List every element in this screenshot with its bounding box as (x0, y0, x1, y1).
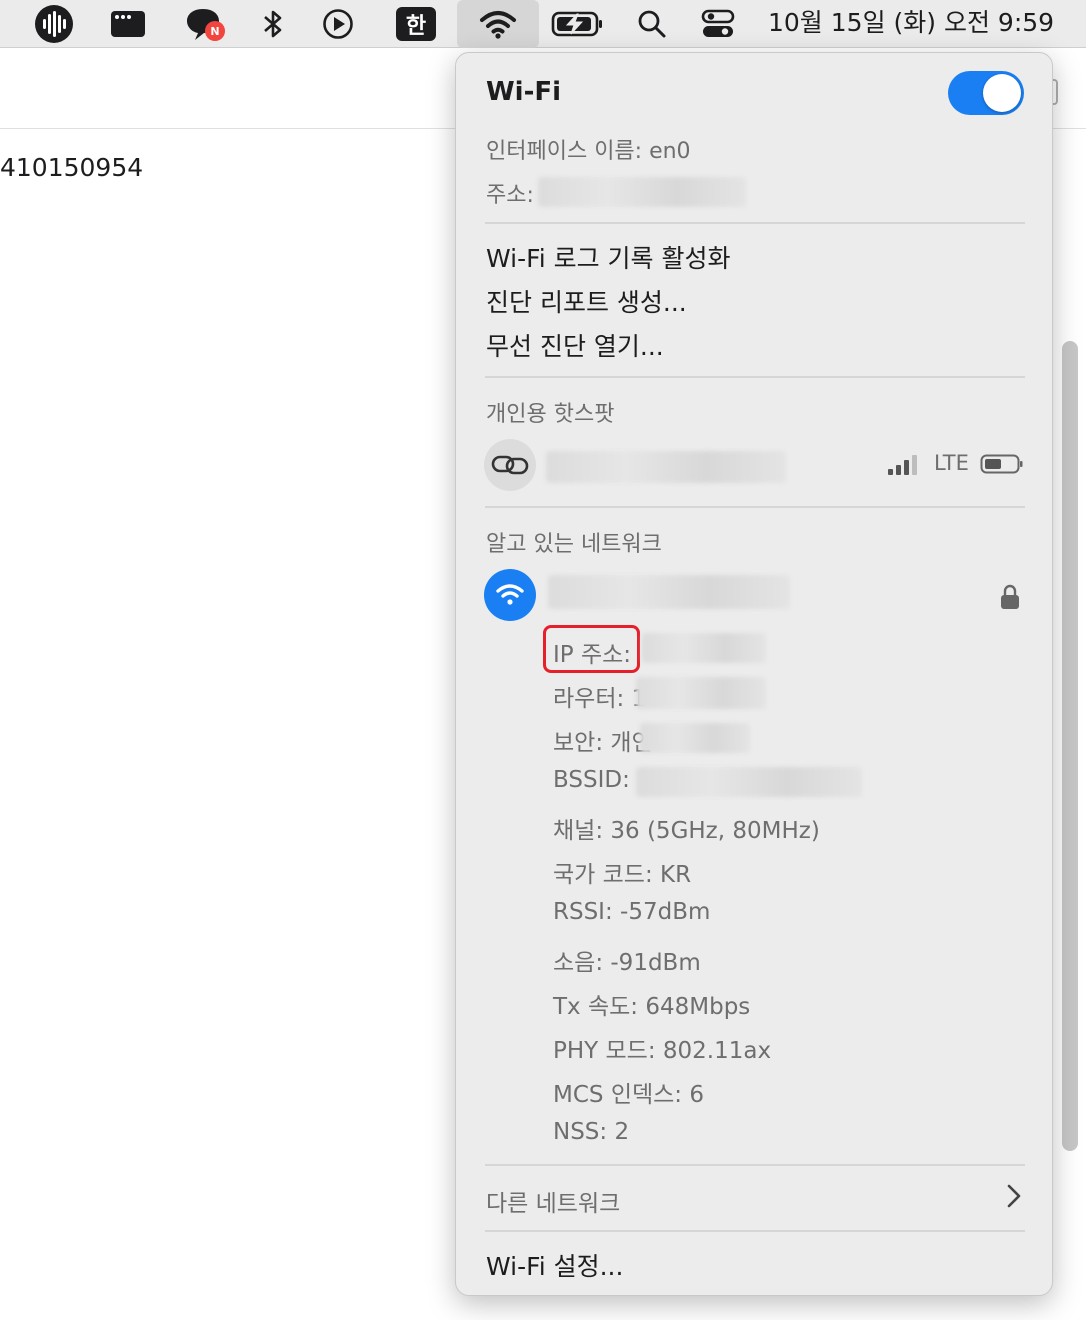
divider (485, 1230, 1025, 1232)
background-scrollbar[interactable] (1062, 341, 1078, 1151)
background-number-text: 410150954 (0, 153, 144, 182)
wifi-toggle[interactable] (948, 71, 1024, 115)
search-icon[interactable] (634, 0, 670, 48)
window-icon[interactable] (108, 0, 148, 48)
wifi-log-enable-item[interactable]: Wi-Fi 로그 기록 활성화 (486, 239, 731, 275)
security-redacted (640, 723, 750, 753)
divider (485, 506, 1025, 508)
menu-bar-clock[interactable]: 10월 15일 (화) 오전 9:59 (768, 0, 1054, 48)
nss-label: NSS: 2 (553, 1119, 630, 1145)
security-label: 보안: 개인 (553, 730, 653, 756)
address-redacted (538, 177, 746, 207)
bluetooth-icon[interactable] (258, 0, 288, 48)
known-network-name-redacted[interactable] (548, 575, 790, 609)
country-code-label: 국가 코드: KR (553, 862, 692, 888)
wifi-title: Wi-Fi (486, 77, 562, 107)
chat-icon[interactable]: N (184, 0, 228, 48)
interface-name-label: 인터페이스 이름: en0 (486, 139, 691, 164)
chat-badge: N (210, 25, 219, 38)
chevron-right-icon[interactable] (1006, 1183, 1022, 1209)
router-redacted (636, 677, 766, 709)
router-label: 라우터: 1 (553, 686, 647, 712)
address-label: 주소: (486, 183, 534, 208)
input-method-icon[interactable]: 한 (396, 0, 436, 48)
divider (485, 376, 1025, 378)
play-icon[interactable] (320, 0, 356, 48)
noise-label: 소음: -91dBm (553, 950, 701, 976)
phy-mode-label: PHY 모드: 802.11ax (553, 1038, 772, 1064)
bssid-redacted (636, 767, 862, 797)
wifi-icon[interactable] (476, 0, 520, 48)
hotspot-name-redacted[interactable] (546, 451, 786, 483)
channel-label: 채널: 36 (5GHz, 80MHz) (553, 818, 820, 844)
wireless-diagnostics-item[interactable]: 무선 진단 열기... (486, 327, 664, 363)
lock-icon (1001, 584, 1019, 609)
ip-address-redacted (642, 633, 766, 663)
bssid-label: BSSID: (553, 767, 630, 793)
input-method-label: 한 (396, 7, 436, 41)
ip-address-highlight-box (543, 625, 640, 673)
hotspot-section-title: 개인용 핫스팟 (486, 402, 615, 427)
rssi-label: RSSI: -57dBm (553, 899, 711, 925)
hotspot-link-icon (484, 439, 536, 491)
tx-rate-label: Tx 속도: 648Mbps (553, 994, 751, 1020)
divider (485, 222, 1025, 224)
mcs-index-label: MCS 인덱스: 6 (553, 1082, 704, 1108)
wifi-toggle-knob (983, 74, 1021, 112)
voice-memo-icon[interactable] (32, 0, 76, 48)
cellular-signal-icon (888, 455, 917, 475)
menu-bar: N 한 10월 15일 (화) 오전 9:59 (0, 0, 1086, 48)
wifi-menu-panel: Wi-Fi 인터페이스 이름: en0 주소: Wi-Fi 로그 기록 활성화 … (455, 52, 1053, 1296)
wifi-settings-item[interactable]: Wi-Fi 설정... (486, 1247, 623, 1283)
hotspot-signal-type: LTE (934, 451, 969, 475)
diagnostic-report-item[interactable]: 진단 리포트 생성... (486, 283, 687, 319)
known-network-wifi-icon (484, 569, 536, 621)
known-networks-section-title: 알고 있는 네트워크 (486, 532, 662, 557)
hotspot-battery-icon (980, 454, 1023, 474)
battery-charging-icon[interactable] (550, 0, 606, 48)
other-networks-item[interactable]: 다른 네트워크 (486, 1184, 620, 1218)
control-center-icon[interactable] (698, 0, 738, 48)
divider (485, 1164, 1025, 1166)
